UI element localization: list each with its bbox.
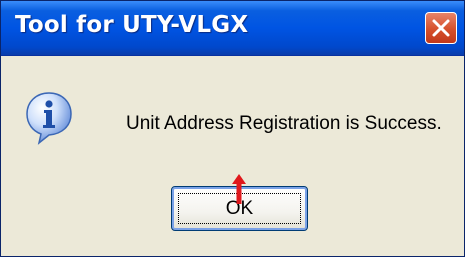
message-dialog: Tool for UTY-VLGX Unit Address Registrat… [0, 0, 465, 257]
dialog-message: Unit Address Registration is Success. [126, 113, 442, 134]
info-icon [26, 92, 72, 145]
close-icon [432, 19, 450, 37]
arrow-up-icon [232, 174, 246, 204]
dialog-title: Tool for UTY-VLGX [15, 12, 249, 38]
close-button[interactable] [425, 12, 457, 44]
title-bar[interactable]: Tool for UTY-VLGX [1, 1, 464, 56]
dialog-body: Unit Address Registration is Success. OK [1, 55, 464, 258]
